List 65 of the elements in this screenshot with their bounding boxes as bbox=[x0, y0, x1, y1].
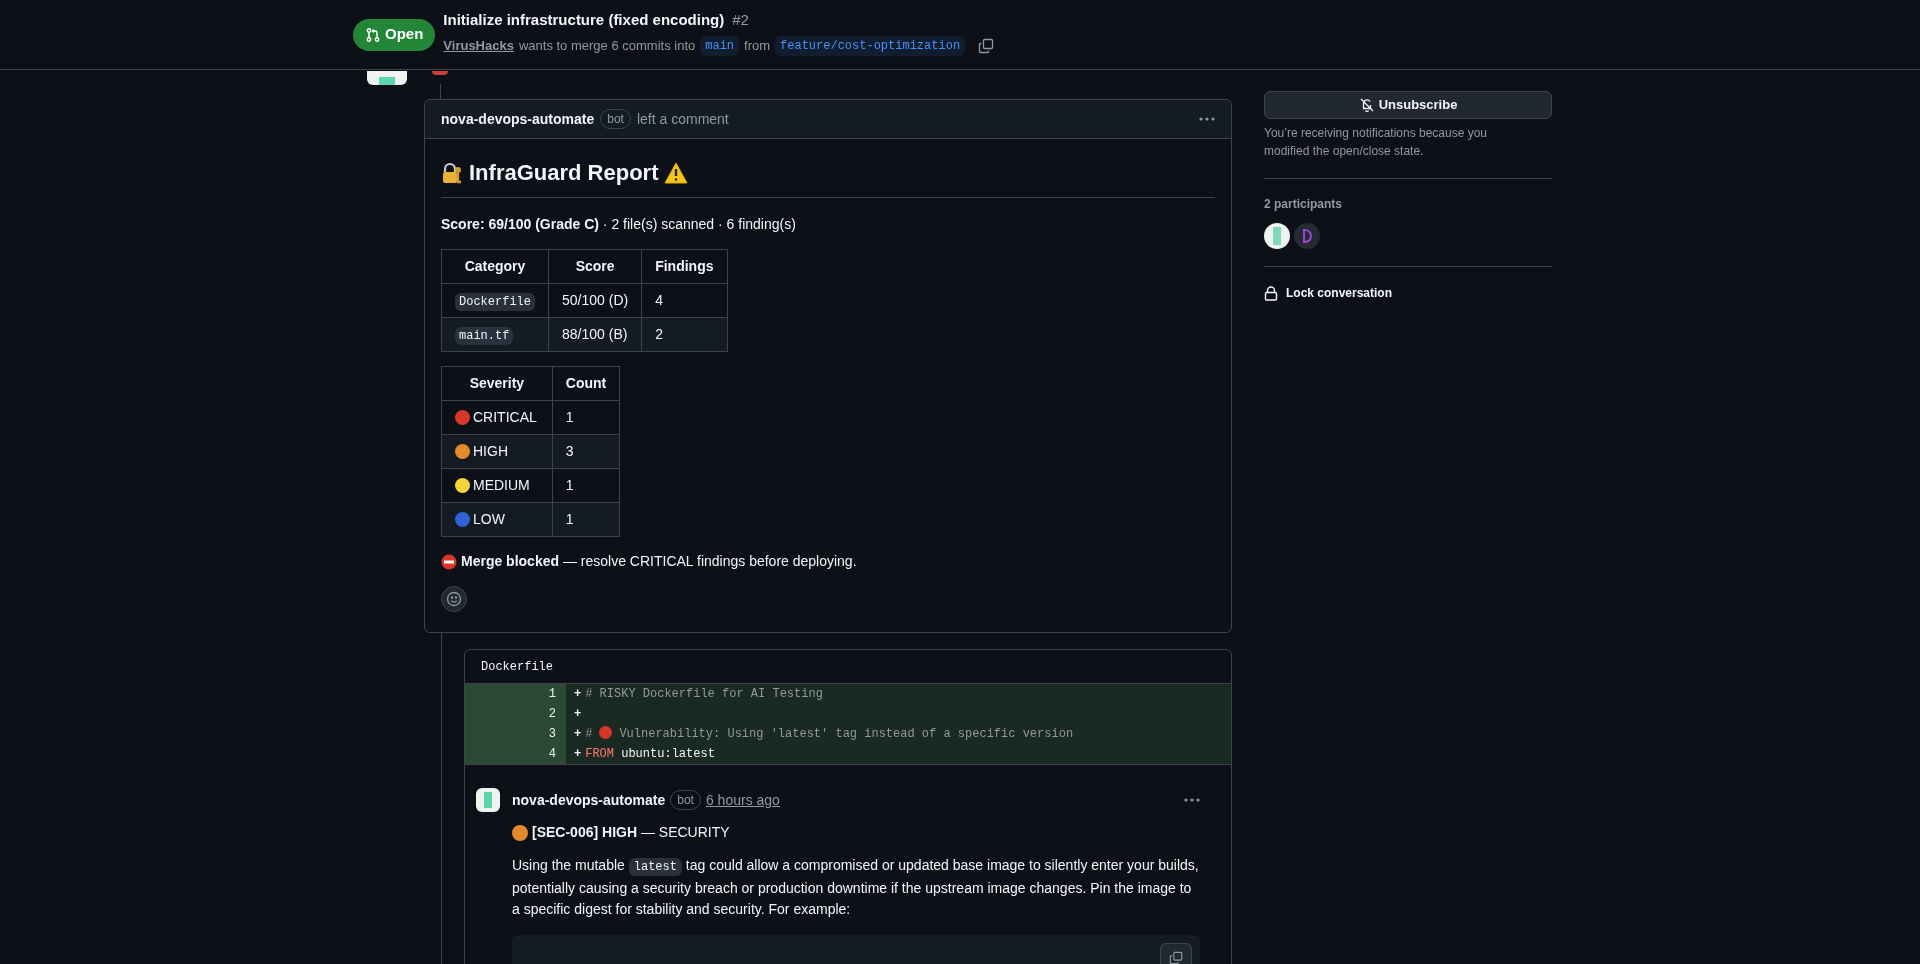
author-link[interactable]: VirusHacks bbox=[443, 36, 514, 56]
table-cell: 3 bbox=[552, 434, 620, 469]
timestamp-link[interactable]: 6 hours ago bbox=[705, 789, 780, 811]
finding-heading: [SEC-006] HIGH — SECURITY bbox=[532, 823, 730, 842]
table-cell: 4 bbox=[641, 283, 727, 318]
line-number: 2 bbox=[465, 704, 566, 724]
lock-key-icon bbox=[441, 161, 463, 184]
bot-avatar[interactable] bbox=[367, 71, 407, 85]
table-cell: 2 bbox=[641, 317, 727, 352]
bot-avatar[interactable] bbox=[476, 788, 500, 812]
unsubscribe-button[interactable]: Unsubscribe bbox=[1264, 91, 1552, 119]
table-cell: 88/100 (B) bbox=[548, 317, 642, 352]
column-header: Category bbox=[441, 249, 549, 284]
table-cell: 1 bbox=[552, 400, 620, 435]
pull-request-icon bbox=[365, 26, 381, 43]
open-status-badge: Open bbox=[353, 18, 436, 51]
no-entry-icon bbox=[441, 553, 457, 570]
score-summary: Score: 69/100 (Grade C) · 2 file(s) scanned · 6 finding(s) bbox=[441, 215, 797, 234]
code-line: + bbox=[573, 706, 583, 723]
copy-icon[interactable] bbox=[978, 37, 995, 54]
participants-heading: 2 participants bbox=[1264, 196, 1344, 213]
more-options-icon[interactable] bbox=[1184, 798, 1200, 802]
bell-slash-icon bbox=[1358, 97, 1375, 113]
merge-description: wants to merge 6 commits into bbox=[518, 37, 696, 55]
comment-author[interactable]: nova-devops-automate bbox=[441, 108, 595, 130]
code-line: + # RISKY Dockerfile for AI Testing bbox=[573, 686, 823, 703]
code-line: + # Vulnerability: Using 'latest' tag instead of a specific version bbox=[573, 725, 1074, 743]
code-line: + FROM ubuntu:latest bbox=[573, 746, 715, 763]
severity-label: MEDIUM bbox=[473, 476, 530, 495]
lock-conversation-link[interactable]: Lock conversation bbox=[1286, 284, 1393, 302]
diff-file-name: Dockerfile bbox=[481, 658, 553, 676]
column-header: Score bbox=[548, 249, 642, 284]
finding-description: Using the mutable latest tag could allow a compromised or updated base image to silently enter your builds, potentially causing a security breach or production downtime if the upstream image changes. Pin the image to a specific digest for stability and security. For example: bbox=[512, 856, 1200, 919]
notification-reason-text: You’re receiving notifications because you modified the open/close state. bbox=[1264, 125, 1489, 160]
severity-label: CRITICAL bbox=[473, 408, 537, 427]
head-branch-label[interactable]: feature/cost-optimization bbox=[775, 35, 966, 56]
column-header: Severity bbox=[441, 366, 553, 401]
pull-request-title: Initialize infrastructure (fixed encoding) bbox=[443, 10, 725, 31]
severity-label: LOW bbox=[473, 510, 505, 529]
from-text: from bbox=[744, 37, 771, 55]
warning-icon bbox=[664, 161, 689, 184]
copy-button[interactable] bbox=[1160, 943, 1192, 964]
file-name-code: main.tf bbox=[455, 327, 514, 345]
comment-author[interactable]: nova-devops-automate bbox=[512, 789, 666, 811]
column-header: Findings bbox=[641, 249, 727, 284]
participant-avatar[interactable] bbox=[1264, 223, 1290, 249]
table-cell: 50/100 (D) bbox=[548, 283, 642, 318]
line-number: 4 bbox=[465, 744, 566, 764]
comment-action-text: left a comment bbox=[636, 109, 729, 129]
line-number: 1 bbox=[465, 684, 566, 704]
more-options-icon[interactable] bbox=[1199, 117, 1215, 121]
report-title: InfraGuard Report bbox=[469, 159, 659, 187]
copy-icon bbox=[1169, 951, 1183, 964]
merge-verdict-text: Merge blocked — resolve CRITICAL findings before deploying. bbox=[461, 552, 857, 571]
lock-icon bbox=[1264, 285, 1278, 301]
column-header: Count bbox=[552, 366, 620, 401]
line-number: 3 bbox=[465, 724, 566, 744]
pull-request-number: #2 bbox=[732, 10, 749, 31]
file-name-code: Dockerfile bbox=[455, 293, 535, 311]
add-reaction-button[interactable] bbox=[441, 586, 467, 612]
severity-label: HIGH bbox=[473, 442, 508, 461]
base-branch-label[interactable]: main bbox=[700, 35, 740, 56]
table-cell: 1 bbox=[552, 468, 620, 503]
smiley-icon bbox=[446, 591, 462, 607]
table-cell: 1 bbox=[552, 502, 620, 537]
